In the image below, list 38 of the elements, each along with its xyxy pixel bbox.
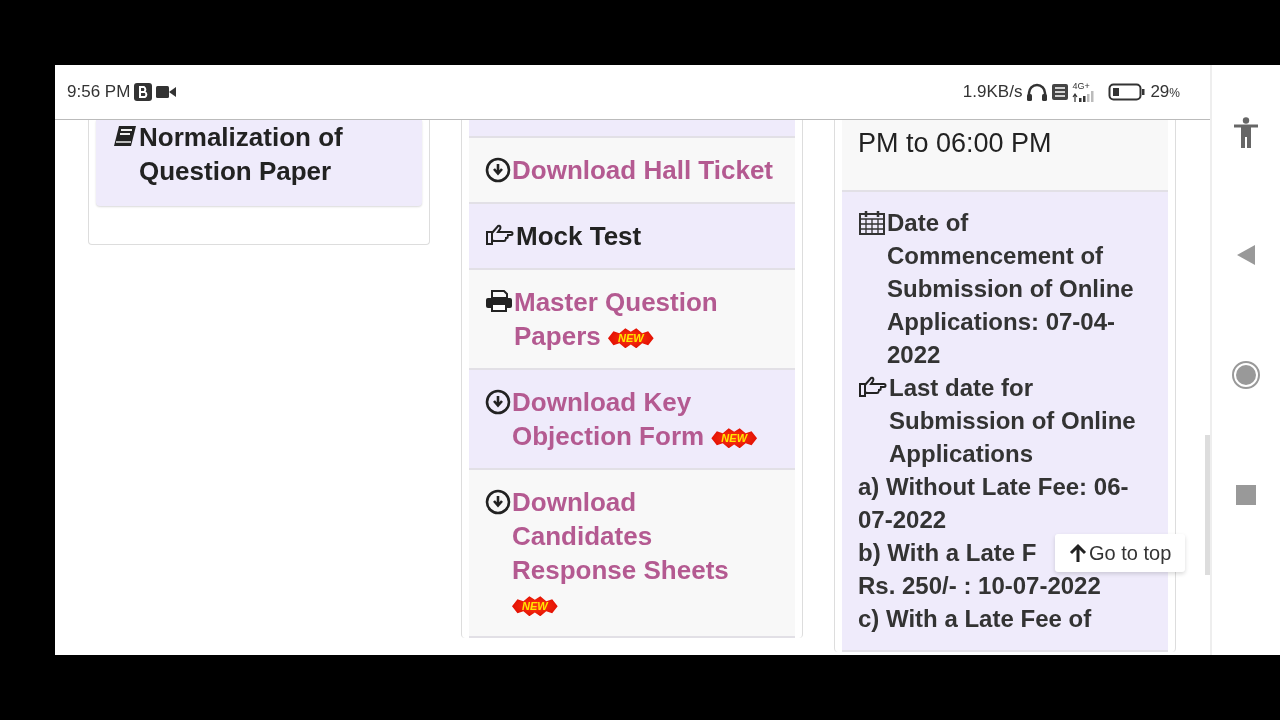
info-text: Date of Commencement of Submission of Online Applications: 07-04-2022 xyxy=(887,208,1135,370)
pointing-hand-icon xyxy=(858,375,888,399)
video-camera-icon xyxy=(156,85,177,99)
new-badge: NEW xyxy=(711,428,758,449)
download-link[interactable]: Master Question Papers NEW xyxy=(514,285,779,353)
download-icon xyxy=(485,157,511,183)
download-icon xyxy=(485,389,511,415)
new-badge: NEW xyxy=(607,328,654,349)
headphones-icon xyxy=(1026,82,1049,102)
accessibility-icon[interactable] xyxy=(1233,117,1259,149)
download-icon xyxy=(485,489,511,515)
battery-icon xyxy=(1108,83,1147,101)
download-link[interactable]: Download Candidates Response Sheets NEW xyxy=(512,485,779,621)
book-icon xyxy=(112,124,138,148)
info-text: PM to 06:00 PM xyxy=(858,127,1052,160)
info-text: b) With a Late F xyxy=(858,538,1037,568)
up-arrow-icon xyxy=(1069,543,1087,563)
info-text: c) With a Late Fee of xyxy=(858,604,1092,634)
item-heading: Mock Test xyxy=(516,220,642,253)
info-text: Last date for Submission of Online Applications xyxy=(889,373,1137,469)
home-icon[interactable] xyxy=(1231,360,1261,391)
download-link[interactable]: Download Key Objection Form NEW xyxy=(512,385,779,453)
info-text: Rs. 250/- : 10-07-2022 xyxy=(858,571,1101,601)
item-heading: Normalization of Question Paper xyxy=(139,121,344,188)
back-icon[interactable] xyxy=(1236,243,1256,266)
network-speed: 1.9KB/s xyxy=(962,82,1023,102)
new-badge: NEW xyxy=(512,596,558,617)
printer-icon xyxy=(485,289,513,313)
go-to-top-button[interactable]: Go to top xyxy=(1055,534,1186,572)
signal-icon xyxy=(1072,91,1097,102)
network-type: 4G+ xyxy=(1072,82,1090,91)
download-link[interactable]: Download Hall Ticket xyxy=(512,153,773,187)
b-badge-icon xyxy=(134,83,153,101)
clock-time: 9:56 PM xyxy=(67,82,131,102)
pointing-hand-icon xyxy=(485,223,515,247)
battery-percent: 29% xyxy=(1150,82,1180,102)
recents-icon[interactable] xyxy=(1236,484,1256,505)
calendar-icon xyxy=(858,210,886,236)
